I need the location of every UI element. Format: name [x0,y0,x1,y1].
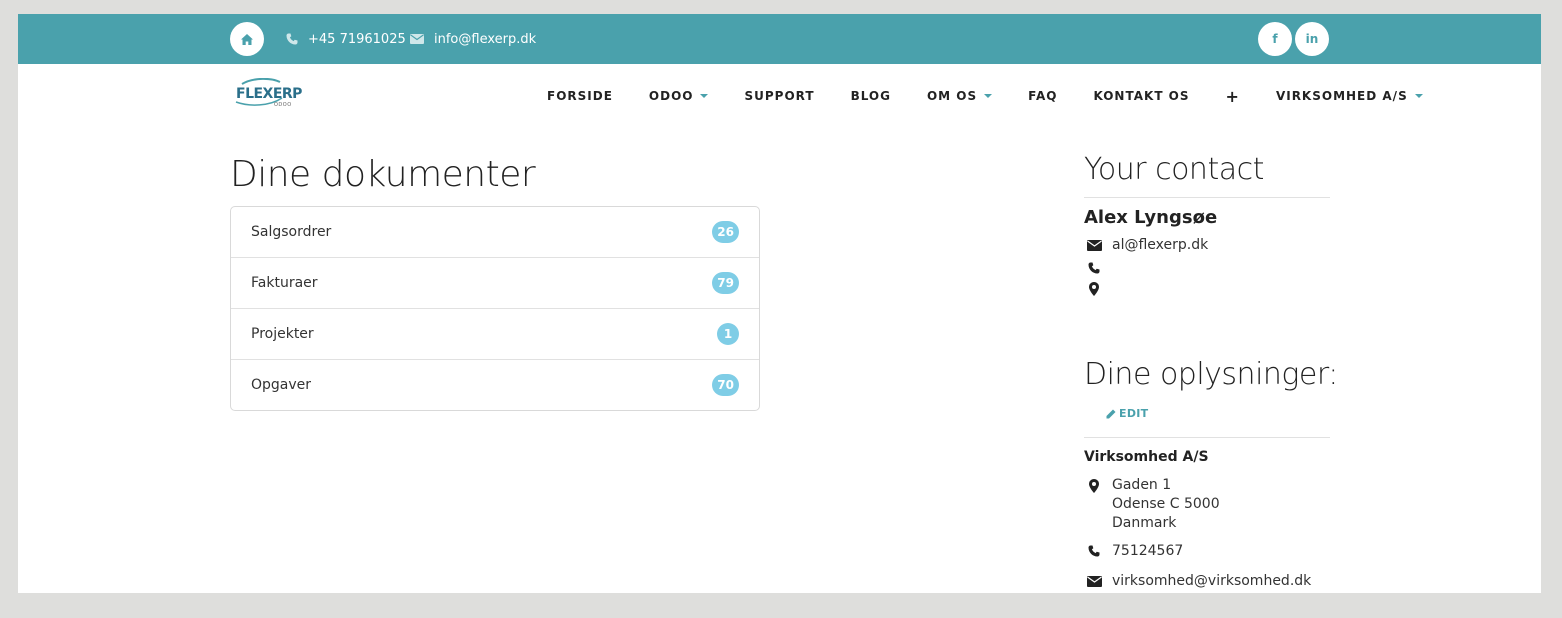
company-phone-row: 75124567 [1086,543,1183,559]
facebook-icon: f [1272,32,1278,46]
address-line: Odense C 5000 [1112,496,1220,512]
nav-item-faq[interactable]: FAQ [1028,89,1057,103]
nav-label: FORSIDE [547,89,613,103]
topbar-email-text: info@flexerp.dk [434,31,537,47]
count-badge: 26 [712,221,739,243]
logo-tagline: ODOO [274,102,292,108]
company-email[interactable]: virksomhed@virksomhed.dk [1112,573,1311,589]
nav-label: KONTAKT OS [1093,89,1190,103]
document-row-projekter[interactable]: Projekter 1 [231,308,759,359]
nav-label: VIRKSOMHED A/S [1275,89,1408,103]
linkedin-icon: in [1305,32,1319,46]
edit-link[interactable]: EDIT [1106,407,1148,420]
document-label: Projekter [251,326,314,342]
caret-down-icon [984,94,993,98]
nav-label: BLOG [850,89,891,103]
edit-label: EDIT [1119,407,1149,420]
facebook-button[interactable]: f [1258,22,1292,56]
envelope-icon [1086,573,1102,589]
caret-down-icon [700,94,709,98]
nav-item-blog[interactable]: BLOG [851,89,891,103]
nav-item-support[interactable]: SUPPORT [744,89,814,103]
nav-label: OM OS [926,89,978,103]
contact-address-row [1086,281,1102,297]
contact-title: Your contact [1084,152,1264,187]
nav-item-account[interactable]: VIRKSOMHED A/S [1276,89,1423,103]
envelope-icon [410,34,424,44]
logo[interactable]: FLEXERP ODOO [234,77,306,108]
nav-item-odoo[interactable]: ODOO [649,89,709,103]
nav-label: ODOO [648,89,694,103]
company-address-row: Gaden 1 Odense C 5000 Danmark [1086,476,1220,533]
company-name: Virksomhed A/S [1084,449,1209,465]
map-marker-icon [1086,478,1102,494]
linkedin-button[interactable]: in [1295,22,1329,56]
document-row-salgsordrer[interactable]: Salgsordrer 26 [231,207,759,257]
logo-brand: FLEXERP [236,86,302,102]
map-marker-icon [1086,281,1102,297]
nav-item-om-os[interactable]: OM OS [926,89,993,103]
contact-email-row: al@flexerp.dk [1086,237,1208,253]
page: +45 71961025 info@flexerp.dk f in FLEXER… [18,14,1541,593]
document-row-fakturaer[interactable]: Fakturaer 79 [231,257,759,308]
caret-down-icon [1414,94,1423,98]
document-label: Fakturaer [251,275,318,291]
company-email-row: virksomhed@virksomhed.dk [1086,573,1311,589]
address-line: Danmark [1112,515,1177,531]
info-title: Dine oplysninger: [1084,357,1338,392]
nav-label: SUPPORT [744,89,815,103]
count-badge: 1 [717,323,739,345]
company-address: Gaden 1 Odense C 5000 Danmark [1112,476,1220,533]
divider [1084,437,1330,438]
address-line: Gaden 1 [1112,477,1172,493]
page-title: Dine dokumenter [230,154,536,195]
topbar-phone-text: +45 71961025 [308,31,406,47]
nav-item-plus[interactable]: + [1226,87,1240,106]
top-bar: +45 71961025 info@flexerp.dk f in [18,14,1541,64]
document-row-opgaver[interactable]: Opgaver 70 [231,359,759,410]
document-label: Opgaver [251,377,312,393]
topbar-phone[interactable]: +45 71961025 [286,29,406,49]
contact-email[interactable]: al@flexerp.dk [1112,237,1208,253]
contact-name: Alex Lyngsøe [1084,207,1218,228]
home-icon [241,33,253,45]
nav-label: FAQ [1028,89,1058,103]
count-badge: 79 [712,272,739,294]
document-list: Salgsordrer 26 Fakturaer 79 Projekter 1 … [230,206,760,411]
document-label: Salgsordrer [251,224,332,240]
nav-item-forside[interactable]: FORSIDE [547,89,613,103]
phone-icon [1086,260,1102,276]
contact-phone-row [1086,260,1102,276]
plus-icon: + [1225,86,1240,106]
divider [1084,197,1330,198]
envelope-icon [1086,237,1102,253]
phone-icon [1086,543,1102,559]
topbar-email[interactable]: info@flexerp.dk [410,29,536,49]
count-badge: 70 [712,374,739,396]
nav-item-kontakt-os[interactable]: KONTAKT OS [1093,89,1189,103]
main-nav: FORSIDE ODOO SUPPORT BLOG OM OS FAQ KONT… [547,86,1459,106]
home-button[interactable] [230,22,264,56]
pencil-icon [1106,409,1116,418]
phone-icon [286,33,298,45]
company-phone[interactable]: 75124567 [1112,543,1183,559]
